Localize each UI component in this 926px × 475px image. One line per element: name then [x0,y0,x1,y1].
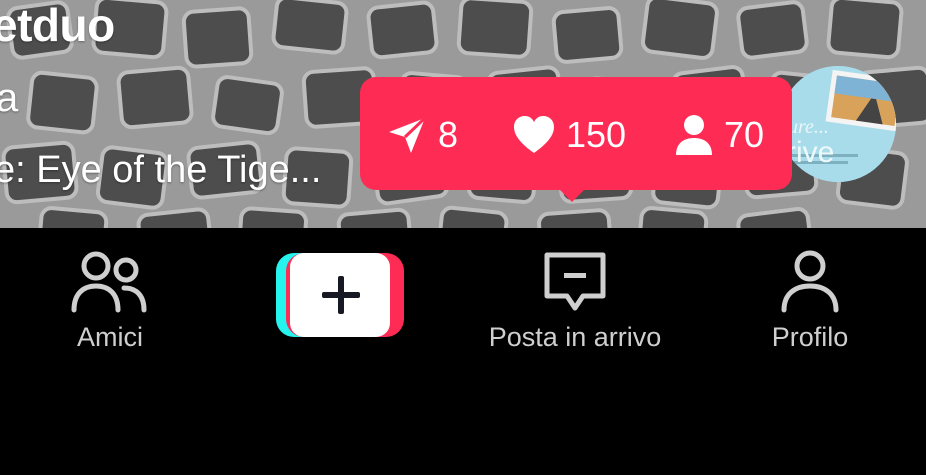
nav-label-inbox: Posta in arrivo [488,322,662,352]
heart-icon [514,116,554,153]
bottom-navigation: Amici Posta in arrivo Profilo [0,228,926,475]
followers-stat: 70 [674,115,764,155]
video-caption: a [0,76,19,120]
nav-item-profile[interactable]: Profilo [748,250,872,353]
friends-icon [71,251,147,313]
person-icon [676,115,712,155]
likes-stat: 150 [512,115,626,155]
followers-count: 70 [724,114,765,155]
inbox-icon [544,252,606,311]
shares-count: 8 [438,114,459,155]
tooltip-arrow [558,188,586,202]
album-disc[interactable]: ure... rive [780,66,896,182]
album-title-line2: rive [786,136,835,169]
stats-tooltip: 8 150 70 [360,77,792,202]
nav-item-friends[interactable]: Amici [48,250,172,353]
create-button[interactable] [276,253,404,337]
likes-count: 150 [566,114,627,155]
nav-item-inbox[interactable]: Posta in arrivo [463,250,687,353]
profile-icon [781,250,839,313]
nav-label-friends: Amici [77,322,143,352]
music-title[interactable]: e: Eye of the Tige... [0,149,321,192]
nav-label-profile: Profilo [771,322,849,352]
plus-icon [322,276,360,314]
video-player[interactable]: etduo a e: Eye of the Tige... ure... riv… [0,0,926,228]
shares-stat: 8 [386,115,458,155]
video-username[interactable]: etduo [0,0,115,52]
share-send-icon [389,116,427,153]
